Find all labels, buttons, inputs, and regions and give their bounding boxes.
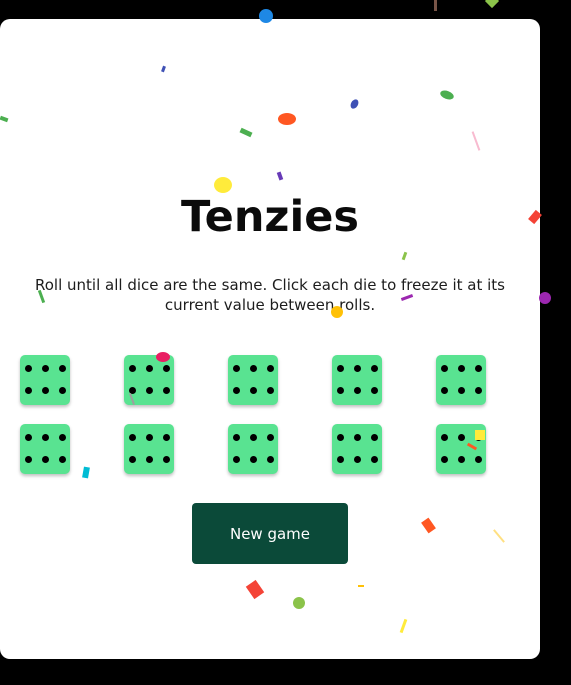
die-pip (337, 434, 344, 441)
game-title: Tenzies (181, 192, 359, 242)
die-pip (371, 456, 378, 463)
die-pip (458, 365, 465, 372)
die-pip (337, 365, 344, 372)
confetti-piece (259, 9, 273, 23)
die-pip (59, 456, 66, 463)
game-card: Tenzies Roll until all dice are the same… (0, 19, 540, 659)
die-pip (250, 387, 257, 394)
game-stage: Tenzies Roll until all dice are the same… (0, 0, 571, 685)
confetti-piece (434, 0, 437, 11)
die-pip (475, 365, 482, 372)
die-pip (42, 387, 49, 394)
die-pip (129, 434, 136, 441)
die[interactable] (228, 355, 278, 405)
die-pip (267, 456, 274, 463)
die-pip (163, 434, 170, 441)
die[interactable] (332, 355, 382, 405)
die[interactable] (20, 355, 70, 405)
die[interactable] (332, 424, 382, 474)
die-pip (250, 434, 257, 441)
die-pip (25, 387, 32, 394)
die-pip (233, 387, 240, 394)
die-pip (337, 387, 344, 394)
die-pip (59, 365, 66, 372)
die-pip (59, 434, 66, 441)
confetti-piece (293, 597, 305, 609)
die-pip (441, 387, 448, 394)
die-pip (354, 387, 361, 394)
die-pip (129, 365, 136, 372)
die-pip (267, 434, 274, 441)
confetti-piece (475, 430, 485, 440)
die-pip (458, 387, 465, 394)
die-pip (129, 456, 136, 463)
confetti-piece (214, 177, 232, 193)
die-pip (267, 387, 274, 394)
confetti-piece (278, 113, 296, 125)
die-pip (441, 456, 448, 463)
die-pip (146, 434, 153, 441)
die-pip (371, 387, 378, 394)
confetti-piece (484, 0, 500, 9)
die-pip (441, 434, 448, 441)
confetti-piece (156, 352, 170, 362)
die[interactable] (20, 424, 70, 474)
die-pip (458, 434, 465, 441)
die-pip (163, 387, 170, 394)
dice-grid (20, 355, 486, 474)
die-pip (233, 365, 240, 372)
new-game-button[interactable]: New game (192, 503, 348, 564)
die[interactable] (124, 424, 174, 474)
die-pip (42, 434, 49, 441)
die-pip (25, 365, 32, 372)
die-pip (337, 456, 344, 463)
die[interactable] (228, 424, 278, 474)
die-pip (250, 456, 257, 463)
die-pip (163, 456, 170, 463)
die-pip (371, 365, 378, 372)
die-pip (42, 365, 49, 372)
die[interactable] (436, 355, 486, 405)
die-pip (146, 365, 153, 372)
die-pip (267, 365, 274, 372)
confetti-piece (539, 292, 551, 304)
instructions-text: Roll until all dice are the same. Click … (35, 276, 505, 314)
die-pip (250, 365, 257, 372)
die-pip (146, 387, 153, 394)
die-pip (42, 456, 49, 463)
die-pip (354, 434, 361, 441)
die-pip (233, 434, 240, 441)
die-pip (146, 456, 153, 463)
die-pip (59, 387, 66, 394)
die-pip (233, 456, 240, 463)
die-pip (475, 387, 482, 394)
die-pip (371, 434, 378, 441)
die-pip (441, 365, 448, 372)
die-pip (354, 365, 361, 372)
die-pip (458, 456, 465, 463)
die-pip (25, 434, 32, 441)
confetti-piece (358, 585, 364, 587)
die-pip (163, 365, 170, 372)
die-pip (354, 456, 361, 463)
confetti-piece (331, 306, 343, 318)
die-pip (25, 456, 32, 463)
die-pip (475, 456, 482, 463)
